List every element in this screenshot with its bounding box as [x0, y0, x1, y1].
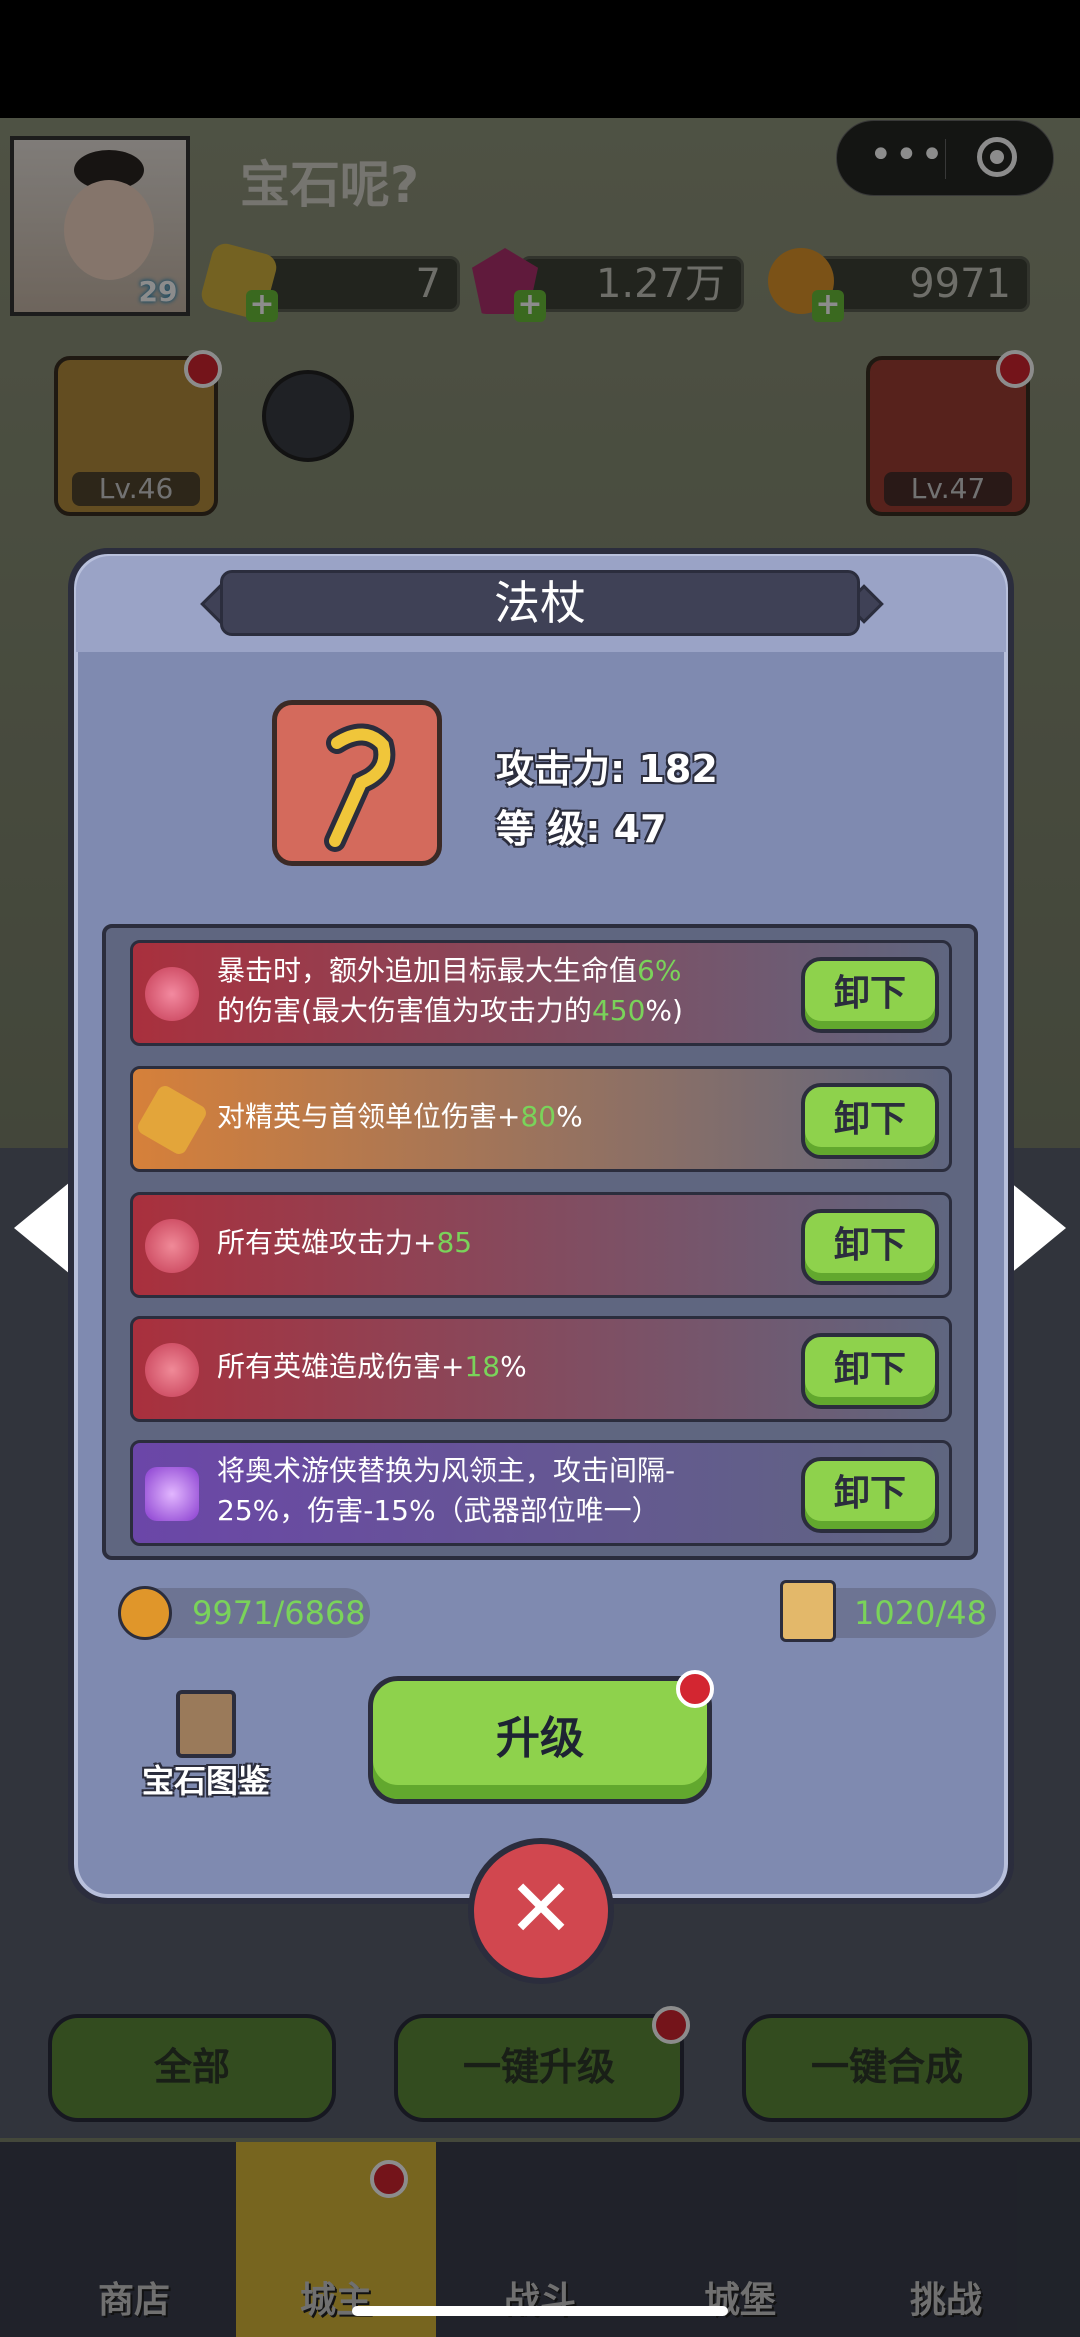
- attack-value: 182: [638, 747, 718, 791]
- level-value: 47: [613, 807, 667, 851]
- red-gem-icon: [145, 1343, 199, 1397]
- home-indicator[interactable]: [352, 2306, 728, 2316]
- gem-book-label[interactable]: 宝石图鉴: [142, 1756, 270, 1802]
- unequip-button[interactable]: 卸下: [801, 1457, 939, 1533]
- gem-effect-text: 对精英与首领单位伤害+80%: [217, 1100, 583, 1133]
- gem-slot: 所有英雄攻击力+85 卸下: [130, 1192, 952, 1298]
- gem-slot: 暴击时，额外追加目标最大生命值6% 的伤害(最大伤害值为攻击力的450%) 卸下: [130, 940, 952, 1046]
- unequip-button[interactable]: 卸下: [801, 1209, 939, 1285]
- gem-slot: 对精英与首领单位伤害+80% 卸下: [130, 1066, 952, 1172]
- unequip-button[interactable]: 卸下: [801, 1333, 939, 1409]
- red-swirl-gem-icon: [145, 967, 199, 1021]
- staff-icon: [272, 700, 442, 866]
- next-arrow-icon[interactable]: [1010, 1182, 1066, 1274]
- orange-hex-gem-icon: [135, 1083, 209, 1157]
- close-button[interactable]: ✕: [468, 1838, 614, 1984]
- gem-slot: 将奥术游侠替换为风领主，攻击间隔- 25%，伤害-15%（武器部位唯一） 卸下: [130, 1440, 952, 1546]
- modal-title: 法杖: [220, 570, 860, 636]
- attack-stat: 攻击力: 182: [496, 738, 718, 793]
- previous-arrow-icon[interactable]: [14, 1182, 70, 1274]
- gem-effect-text: 暴击时，额外追加目标最大生命值6% 的伤害(最大伤害值为攻击力的450%): [217, 954, 683, 1027]
- level-stat: 等 级: 47: [496, 798, 667, 853]
- level-label: 等 级:: [496, 807, 601, 851]
- attack-label: 攻击力:: [496, 747, 626, 791]
- purple-gem-icon: [145, 1467, 199, 1521]
- unequip-button[interactable]: 卸下: [801, 1083, 939, 1159]
- book-icon[interactable]: [176, 1690, 236, 1758]
- upgrade-label: 升级: [496, 1713, 584, 1764]
- upgrade-button[interactable]: 升级: [368, 1676, 712, 1804]
- coin-icon: [118, 1586, 172, 1640]
- gem-effect-text: 将奥术游侠替换为风领主，攻击间隔- 25%，伤害-15%（武器部位唯一）: [217, 1454, 676, 1527]
- red-gem-icon: [145, 1219, 199, 1273]
- gem-effect-text: 所有英雄攻击力+85: [217, 1226, 473, 1259]
- notification-dot: [676, 1670, 714, 1708]
- staff-scroll-icon: [780, 1580, 836, 1642]
- unequip-button[interactable]: 卸下: [801, 957, 939, 1033]
- gem-effect-text: 所有英雄造成伤害+18%: [217, 1350, 527, 1383]
- gem-slot: 所有英雄造成伤害+18% 卸下: [130, 1316, 952, 1422]
